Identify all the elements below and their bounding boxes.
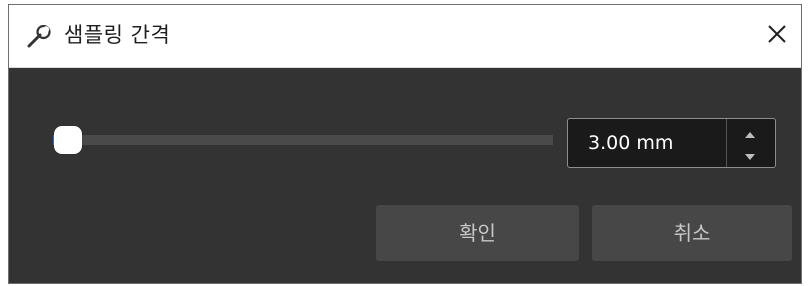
- slider-thumb[interactable]: [54, 126, 82, 154]
- interval-spinbox[interactable]: [567, 118, 776, 168]
- slider-track[interactable]: [53, 135, 553, 145]
- interval-slider[interactable]: [47, 123, 567, 159]
- decrement-button[interactable]: [735, 145, 765, 163]
- cancel-button[interactable]: 취소: [592, 205, 792, 261]
- sampling-interval-dialog: 샘플링 간격 확인 취소: [8, 4, 802, 284]
- ok-button[interactable]: 확인: [376, 205, 579, 261]
- caret-up-icon: [745, 123, 755, 142]
- spin-divider: [726, 119, 727, 167]
- wrench-icon: [25, 24, 53, 49]
- dialog-title: 샘플링 간격: [64, 23, 171, 47]
- caret-down-icon: [745, 145, 755, 164]
- title-bar: 샘플링 간격: [9, 5, 801, 68]
- close-button[interactable]: [753, 5, 801, 67]
- interval-value-input[interactable]: [568, 119, 726, 167]
- increment-button[interactable]: [735, 123, 765, 141]
- close-icon: [766, 23, 788, 49]
